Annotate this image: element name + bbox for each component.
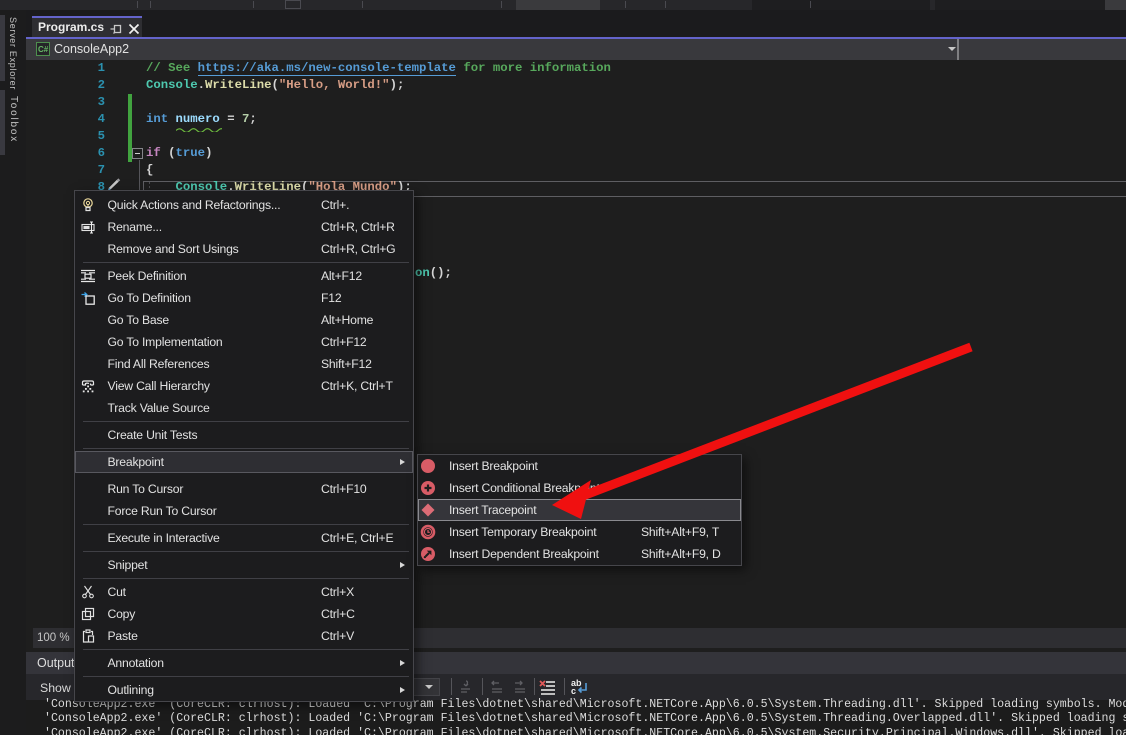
svg-text:c: c xyxy=(571,686,576,696)
